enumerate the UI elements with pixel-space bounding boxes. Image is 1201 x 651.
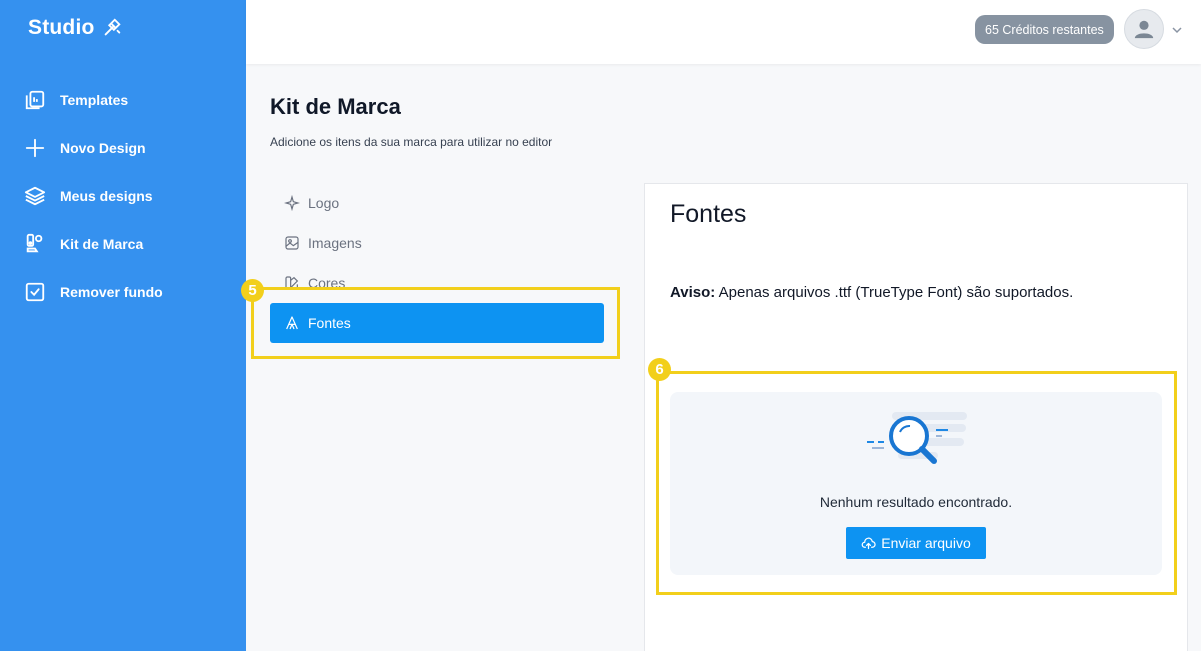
upload-button-label: Enviar arquivo: [881, 535, 971, 551]
tab-label: Logo: [308, 195, 340, 211]
image-icon: [285, 236, 299, 250]
sidebar-item-label: Templates: [60, 92, 129, 108]
tab-label: Imagens: [308, 235, 362, 251]
user-icon: [1134, 20, 1154, 39]
sparkle-icon: [284, 195, 300, 211]
brand-name: Studio: [28, 16, 95, 39]
sidebar-item-templates[interactable]: Templates: [24, 76, 163, 124]
panel-title: Fontes: [670, 200, 747, 228]
brand-kit-icon: [24, 233, 46, 255]
page-subtitle: Adicione os itens da sua marca para util…: [270, 135, 553, 149]
brand-logo[interactable]: Studio: [28, 16, 123, 40]
chevron-down-icon[interactable]: [1171, 24, 1183, 36]
templates-icon: [24, 89, 46, 111]
sidebar-item-meus-designs[interactable]: Meus designs: [24, 172, 163, 220]
search-empty-icon: [867, 412, 967, 464]
sidebar-item-label: Novo Design: [60, 140, 146, 156]
credits-badge[interactable]: 65 Créditos restantes: [975, 15, 1114, 44]
tab-logo[interactable]: Logo: [270, 183, 604, 223]
page-title: Kit de Marca: [270, 94, 401, 119]
cloud-upload-icon: [861, 537, 876, 549]
empty-state: Nenhum resultado encontrado. Enviar arqu…: [670, 392, 1162, 575]
empty-message: Nenhum resultado encontrado.: [819, 494, 1013, 510]
plus-icon: [24, 137, 46, 159]
highlight-box-5: [251, 287, 620, 359]
step-badge-6: 6: [648, 358, 671, 381]
layers-icon: [24, 185, 46, 207]
magic-wand-icon: [104, 18, 121, 36]
checkbox-icon: [24, 281, 46, 303]
notice: Aviso: Apenas arquivos .ttf (TrueType Fo…: [670, 284, 1073, 301]
sidebar-item-label: Remover fundo: [60, 284, 163, 300]
sidebar-nav: Templates Novo Design Meus designs Kit d…: [24, 76, 163, 316]
top-bar: 65 Créditos restantes: [246, 0, 1201, 64]
sidebar-item-label: Kit de Marca: [60, 236, 144, 252]
sidebar: Studio Templates Novo Design Meus design…: [0, 0, 246, 651]
sidebar-item-novo-design[interactable]: Novo Design: [24, 124, 163, 172]
notice-text: Apenas arquivos .ttf (TrueType Font) são…: [718, 284, 1074, 301]
avatar[interactable]: [1124, 9, 1164, 49]
sidebar-item-remover-fundo[interactable]: Remover fundo: [24, 268, 163, 316]
notice-label: Aviso:: [670, 284, 716, 301]
step-badge-5: 5: [241, 279, 264, 302]
upload-button[interactable]: Enviar arquivo: [846, 527, 986, 559]
sidebar-item-kit-de-marca[interactable]: Kit de Marca: [24, 220, 163, 268]
sidebar-item-label: Meus designs: [60, 188, 153, 204]
tab-imagens[interactable]: Imagens: [270, 223, 604, 263]
